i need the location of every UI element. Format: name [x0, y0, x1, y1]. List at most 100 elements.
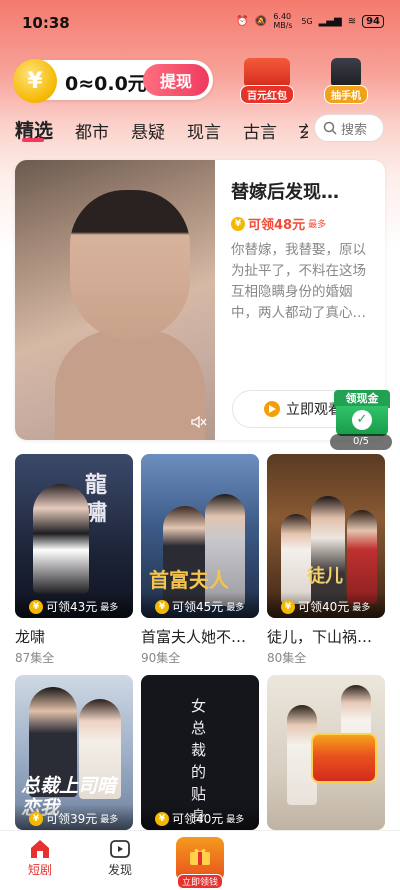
nav-claim-money[interactable]: 立即领钱 [176, 837, 224, 889]
card-reward: ¥ 可领45元 最多 [155, 598, 244, 615]
drama-poster[interactable]: 首富夫人 ¥ 可领45元 最多 [141, 454, 259, 618]
card-reward: ¥ 可领40元 最多 [281, 598, 370, 615]
drama-card[interactable]: 首富夫人 ¥ 可领45元 最多 首富夫人她不… 90集全 [141, 454, 259, 666]
reward-strip: ¥ 可领39元 最多 [15, 804, 133, 830]
drama-title: 龙啸 [15, 628, 46, 646]
drama-card[interactable]: 总裁上司暗恋我 ¥ 可领39元 最多 [15, 675, 133, 830]
withdraw-button[interactable]: 提现 [143, 64, 209, 96]
nav-discover[interactable]: 发现 [80, 837, 160, 878]
coin-icon: ¥ [13, 59, 57, 103]
reward-strip: ¥ 可领43元 最多 [15, 592, 133, 618]
reward-strip: ¥ 可领45元 最多 [141, 592, 259, 618]
phone-lottery-promo[interactable]: 抽手机 [324, 58, 368, 104]
coin-icon: ¥ [155, 599, 169, 614]
featured-description: 你替嫁，我替娶，原以为扯平了，不料在这场互相隐瞒身份的婚姻中，两人都动了真心… [231, 242, 366, 321]
check-icon: ✓ [352, 410, 372, 430]
tab-indicator [22, 138, 44, 142]
poster-figure [33, 484, 89, 594]
card-reward-amount: 可领40元 [172, 812, 224, 826]
drama-episodes: 80集全 [267, 651, 307, 665]
card-reward-amount: 可领43元 [46, 600, 98, 614]
featured-reward-max: 最多 [308, 220, 327, 230]
drama-card[interactable]: 龍嘯 ¥ 可领43元 最多 龙啸 87集全 [15, 454, 133, 666]
card-reward: ¥ 可领43元 最多 [29, 598, 118, 615]
search-placeholder: 搜索 [341, 122, 368, 138]
card-reward-amount: 可领39元 [46, 812, 98, 826]
wallet-pill[interactable]: ¥ 0≈0.0元 提现 [13, 59, 213, 103]
poster-figure [281, 514, 311, 604]
network-speed: 6.40 MB/s [273, 12, 293, 30]
search-icon [323, 121, 337, 135]
card-reward: ¥ 可领39元 最多 [29, 810, 118, 827]
featured-reward-amount: 可领48元 [248, 218, 306, 233]
poster-figure [347, 510, 377, 604]
wifi-icon: ≋ [347, 15, 357, 27]
phone-lottery-label: 抽手机 [324, 85, 368, 104]
nav-discover-label: 发现 [107, 863, 132, 877]
drama-poster[interactable]: 徒儿 ¥ 可领40元 最多 [267, 454, 385, 618]
featured-title[interactable]: 替嫁后发现… [231, 178, 339, 204]
tab-suspense[interactable]: 悬疑 [131, 118, 165, 143]
poster-overlay-text: 首富夫人 [149, 568, 229, 592]
card-reward-max: 最多 [100, 815, 119, 825]
drama-title: 首富夫人她不… [141, 628, 247, 646]
drama-title: 徒儿，下山祸… [267, 628, 373, 646]
card-reward-max: 最多 [100, 603, 119, 613]
card-reward: ¥ 可领40元 最多 [155, 810, 244, 827]
card-reward-amount: 可领45元 [172, 600, 224, 614]
drama-poster[interactable]: 女总裁的贴身 ¥ 可领40元 最多 [141, 675, 259, 830]
poster-figure [311, 496, 345, 606]
card-reward-max: 最多 [226, 603, 245, 613]
drama-episodes: 87集全 [15, 651, 55, 665]
coin-icon: ¥ [281, 599, 295, 614]
treasure-chest-icon[interactable] [311, 733, 377, 783]
card-reward-amount: 可领40元 [298, 600, 350, 614]
reward-strip: ¥ 可领40元 最多 [267, 592, 385, 618]
drama-poster[interactable] [267, 675, 385, 830]
red-packet-promo[interactable]: 百元红包 [240, 58, 294, 104]
red-packet-label: 百元红包 [240, 85, 294, 104]
nav-short-drama-label: 短剧 [27, 863, 52, 877]
featured-reward: ¥ 可领48元 最多 [231, 214, 326, 233]
poster-figure-body [55, 330, 205, 440]
alarm-icon: ⏰ [236, 15, 249, 27]
gift-icon [190, 848, 210, 865]
tab-modern-romance[interactable]: 现言 [187, 118, 221, 143]
drama-card[interactable]: 女总裁的贴身 ¥ 可领40元 最多 [141, 675, 259, 830]
drama-episodes: 90集全 [141, 651, 181, 665]
status-bar: 10:38 ⏰ 🔕 6.40 MB/s 5G ▂▄▆ ≋ 94 [0, 0, 400, 44]
phone-icon [331, 58, 361, 88]
search-box[interactable]: 搜索 [314, 114, 384, 142]
card-reward-max: 最多 [352, 603, 371, 613]
tab-urban[interactable]: 都市 [75, 118, 109, 143]
status-icons: ⏰ 🔕 6.40 MB/s 5G ▂▄▆ ≋ 94 [236, 12, 384, 30]
battery-icon: 94 [362, 14, 384, 28]
drama-poster[interactable]: 龍嘯 ¥ 可领43元 最多 [15, 454, 133, 618]
poster-overlay-text: 徒儿 [307, 566, 343, 587]
signal-label: 5G [301, 16, 313, 26]
coin-icon: ¥ [29, 811, 43, 826]
featured-poster[interactable] [15, 160, 215, 440]
nav-short-drama[interactable]: 短剧 [0, 837, 80, 878]
mute-icon: 🔕 [254, 15, 268, 27]
drama-poster[interactable]: 总裁上司暗恋我 ¥ 可领39元 最多 [15, 675, 133, 830]
drama-card[interactable] [267, 675, 385, 830]
poster-figure-head [70, 190, 190, 340]
coin-icon: ¥ [155, 811, 169, 826]
card-reward-max: 最多 [226, 815, 245, 825]
home-icon [31, 840, 49, 858]
play-icon [264, 401, 280, 417]
tab-fantasy[interactable]: 玄 [298, 118, 308, 143]
tab-ancient-romance[interactable]: 古言 [243, 118, 277, 143]
reward-strip: ¥ 可领40元 最多 [141, 804, 259, 830]
coin-icon: ¥ [231, 216, 245, 231]
play-icon [110, 840, 130, 858]
status-time: 10:38 [22, 14, 70, 32]
signal-icon: ▂▄▆ [318, 15, 342, 27]
drama-card[interactable]: 徒儿 ¥ 可领40元 最多 徒儿，下山祸… 80集全 [267, 454, 385, 666]
red-packet-icon [244, 58, 290, 88]
wallet-amount: 0≈0.0元 [65, 73, 147, 95]
coin-icon: ¥ [29, 599, 43, 614]
muted-speaker-icon[interactable] [191, 415, 207, 429]
nav-claim-money-label: 立即领钱 [176, 874, 223, 889]
